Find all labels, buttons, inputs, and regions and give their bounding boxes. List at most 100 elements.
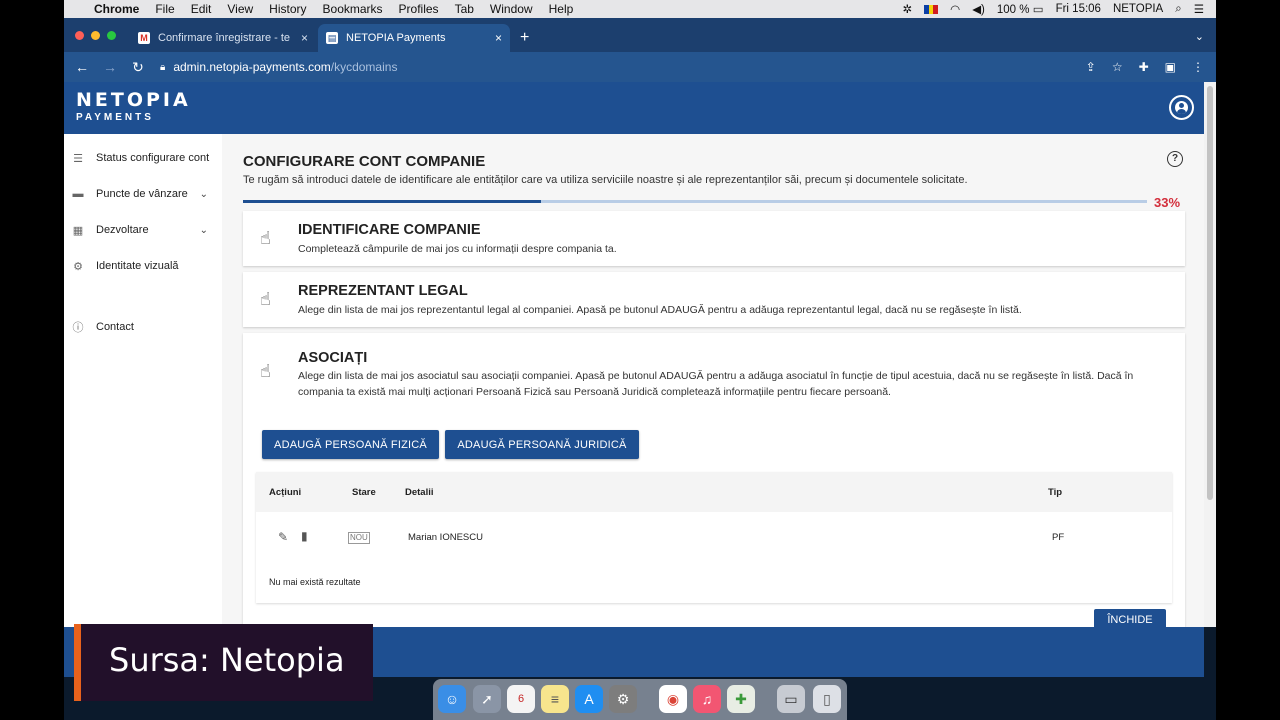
- col-status: Stare: [352, 487, 376, 498]
- close-button[interactable]: ÎNCHIDE: [1094, 609, 1166, 627]
- chrome-menu-icon[interactable]: ⋮: [1192, 60, 1204, 74]
- accessibility-icon[interactable]: ✲: [903, 2, 913, 16]
- downloads-stack-icon[interactable]: ▭: [777, 685, 805, 713]
- share-icon[interactable]: ⇪: [1086, 60, 1096, 74]
- sidebar-item-status[interactable]: ☰ Status configurare cont: [64, 148, 222, 168]
- menu-app-name[interactable]: Chrome: [94, 2, 139, 16]
- menu-edit[interactable]: Edit: [191, 2, 212, 16]
- zoom-window-button[interactable]: [107, 31, 116, 40]
- finder-icon[interactable]: ☺: [438, 685, 466, 713]
- system-preferences-icon[interactable]: ⚙: [609, 685, 637, 713]
- bookmark-star-icon[interactable]: ☆: [1112, 60, 1123, 74]
- menu-file[interactable]: File: [155, 2, 174, 16]
- page-title: CONFIGURARE CONT COMPANIE: [243, 153, 486, 170]
- tab-search-chevron-icon[interactable]: ⌄: [1195, 30, 1204, 43]
- menu-window[interactable]: Window: [490, 2, 533, 16]
- forward-icon[interactable]: →: [96, 59, 124, 75]
- battery-text: 100 %: [996, 4, 1030, 16]
- progress-fill: [243, 200, 542, 203]
- pointer-hand-icon: ☝: [260, 228, 271, 248]
- menu-help[interactable]: Help: [549, 2, 574, 16]
- grid-icon: ▦: [72, 224, 84, 237]
- tab-netopia[interactable]: ▤ NETOPIA Payments ×: [318, 24, 510, 52]
- sidebar-item-dezvoltare[interactable]: ▦ Dezvoltare ⌄: [64, 220, 222, 240]
- minimize-window-button[interactable]: [91, 31, 100, 40]
- table-header: Acțiuni Stare Detalii Tip: [256, 472, 1172, 512]
- clock[interactable]: Fri 15:06: [1056, 3, 1101, 15]
- chevron-down-icon[interactable]: ⌄: [200, 225, 208, 236]
- store-icon: ▬: [72, 188, 84, 200]
- row-details: Marian IONESCU: [408, 532, 483, 543]
- music-icon[interactable]: ♫: [693, 685, 721, 713]
- sidebar-item-identitate-vizuala[interactable]: ⚙ Identitate vizuală: [64, 256, 222, 276]
- associates-table: Acțiuni Stare Detalii Tip ✎ ▮ NOU Marian…: [256, 472, 1172, 603]
- no-more-results: Nu mai există rezultate: [269, 577, 361, 587]
- tab-gmail[interactable]: M Confirmare înregistrare - testa ×: [130, 24, 316, 52]
- logo-line-1: NETOPIA: [76, 89, 191, 111]
- launchpad-icon[interactable]: ➚: [473, 685, 501, 713]
- close-tab-icon[interactable]: ×: [495, 31, 502, 45]
- chevron-down-icon[interactable]: ⌄: [200, 189, 208, 200]
- menu-history[interactable]: History: [269, 2, 306, 16]
- new-tab-icon[interactable]: +: [520, 29, 529, 47]
- macos-dock: ☺ ➚ 6 ≡ A ⚙ ◉ ♫ ✚ ▭ ▯: [433, 679, 847, 720]
- step-card-identificare[interactable]: ☝ IDENTIFICARE COMPANIE Completează câmp…: [243, 211, 1185, 266]
- macos-menubar: Chrome File Edit View History Bookmarks …: [64, 0, 1216, 18]
- netopia-logo[interactable]: NETOPIA PAYMENTS: [76, 90, 191, 123]
- tab-title: NETOPIA Payments: [346, 32, 446, 44]
- account-icon[interactable]: [1169, 95, 1194, 120]
- menu-view[interactable]: View: [227, 2, 253, 16]
- edit-icon[interactable]: ✎: [278, 530, 288, 544]
- help-icon[interactable]: ?: [1167, 151, 1183, 167]
- close-window-button[interactable]: [75, 31, 84, 40]
- spotlight-icon[interactable]: ⌕: [1175, 3, 1181, 16]
- status-badge: NOU: [348, 532, 370, 544]
- page-scrollbar[interactable]: [1204, 82, 1216, 627]
- step-card-reprezentant[interactable]: ☝ REPREZENTANT LEGAL Alege din lista de …: [243, 272, 1185, 327]
- menubar-user[interactable]: NETOPIA: [1113, 3, 1163, 15]
- menu-bookmarks[interactable]: Bookmarks: [323, 2, 383, 16]
- sidebar-item-contact[interactable]: ⓘ Contact: [64, 317, 222, 337]
- volume-icon[interactable]: ◀): [972, 2, 985, 16]
- chrome-icon[interactable]: ◉: [659, 685, 687, 713]
- add-natural-person-button[interactable]: ADAUGĂ PERSOANĂ FIZICĂ: [262, 430, 439, 459]
- add-legal-person-button[interactable]: ADAUGĂ PERSOANĂ JURIDICĂ: [445, 430, 639, 459]
- col-type: Tip: [1048, 487, 1063, 498]
- step-desc: Alege din lista de mai jos reprezentantu…: [298, 304, 1022, 316]
- app-store-icon[interactable]: A: [575, 685, 603, 713]
- reload-icon[interactable]: ↻: [124, 59, 152, 76]
- shopping-bag-icon[interactable]: ✚: [727, 685, 755, 713]
- step-title: IDENTIFICARE COMPANIE: [298, 222, 481, 238]
- control-center-icon[interactable]: ☰: [1194, 2, 1204, 16]
- side-panel-icon[interactable]: ▣: [1165, 60, 1176, 74]
- logo-line-2: PAYMENTS: [76, 112, 154, 123]
- close-tab-icon[interactable]: ×: [301, 31, 308, 45]
- sidebar-item-label: Status configurare cont: [96, 152, 210, 164]
- calendar-icon[interactable]: 6: [507, 685, 535, 713]
- trash-icon[interactable]: ▮: [301, 529, 308, 543]
- extensions-icon[interactable]: ✚: [1139, 60, 1149, 74]
- col-details: Detalii: [405, 487, 434, 498]
- source-text: Sursa: Netopia: [109, 641, 345, 679]
- address-field[interactable]: 🔒︎ admin.netopia-payments.com/kycdomains: [160, 60, 397, 74]
- site-header: NETOPIA PAYMENTS: [64, 82, 1204, 134]
- help-icon: ⓘ: [72, 322, 84, 334]
- sidebar-item-puncte-de-vanzare[interactable]: ▬ Puncte de vânzare ⌄: [64, 184, 222, 204]
- menu-tab[interactable]: Tab: [455, 2, 474, 16]
- scrollbar-thumb[interactable]: [1207, 86, 1213, 500]
- sidebar: ☰ Status configurare cont ▬ Puncte de vâ…: [64, 134, 222, 627]
- battery-status[interactable]: 100 % ▭: [997, 2, 1044, 16]
- romanian-flag-icon[interactable]: [924, 4, 939, 14]
- lock-icon[interactable]: 🔒︎: [160, 62, 165, 73]
- video-pillar-right: [1216, 0, 1280, 720]
- back-icon[interactable]: ←: [68, 59, 96, 75]
- sidebar-item-label: Dezvoltare: [96, 224, 149, 236]
- progress-percent: 33%: [1154, 195, 1181, 210]
- wifi-icon[interactable]: ◠: [950, 2, 960, 16]
- menu-profiles[interactable]: Profiles: [399, 2, 439, 16]
- step-desc: Alege din lista de mai jos asociatul sau…: [298, 370, 1134, 398]
- trash-icon[interactable]: ▯: [813, 685, 841, 713]
- progress-bar: [243, 200, 1147, 203]
- notes-icon[interactable]: ≡: [541, 685, 569, 713]
- list-icon: ☰: [73, 152, 83, 165]
